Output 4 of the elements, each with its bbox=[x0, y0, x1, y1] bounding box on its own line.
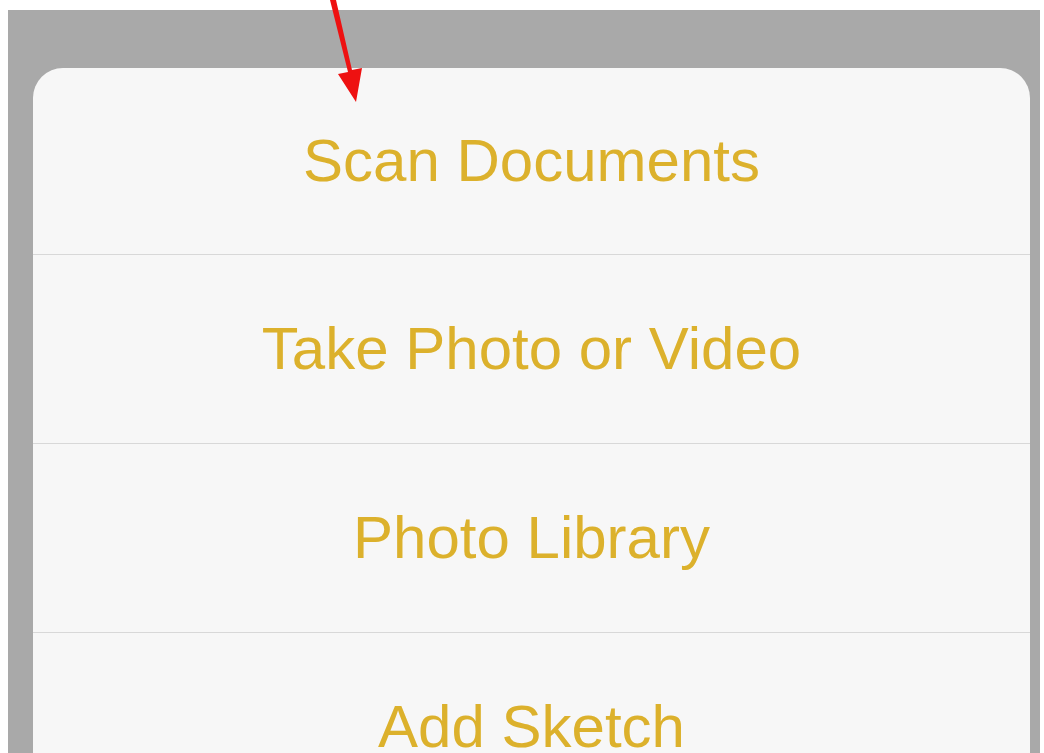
action-sheet-item[interactable]: Take Photo or Video bbox=[33, 254, 1030, 443]
action-sheet-item[interactable]: Photo Library bbox=[33, 443, 1030, 632]
action-sheet-item[interactable]: Scan Documents bbox=[33, 68, 1030, 254]
action-sheet-item[interactable]: Add Sketch bbox=[33, 632, 1030, 753]
